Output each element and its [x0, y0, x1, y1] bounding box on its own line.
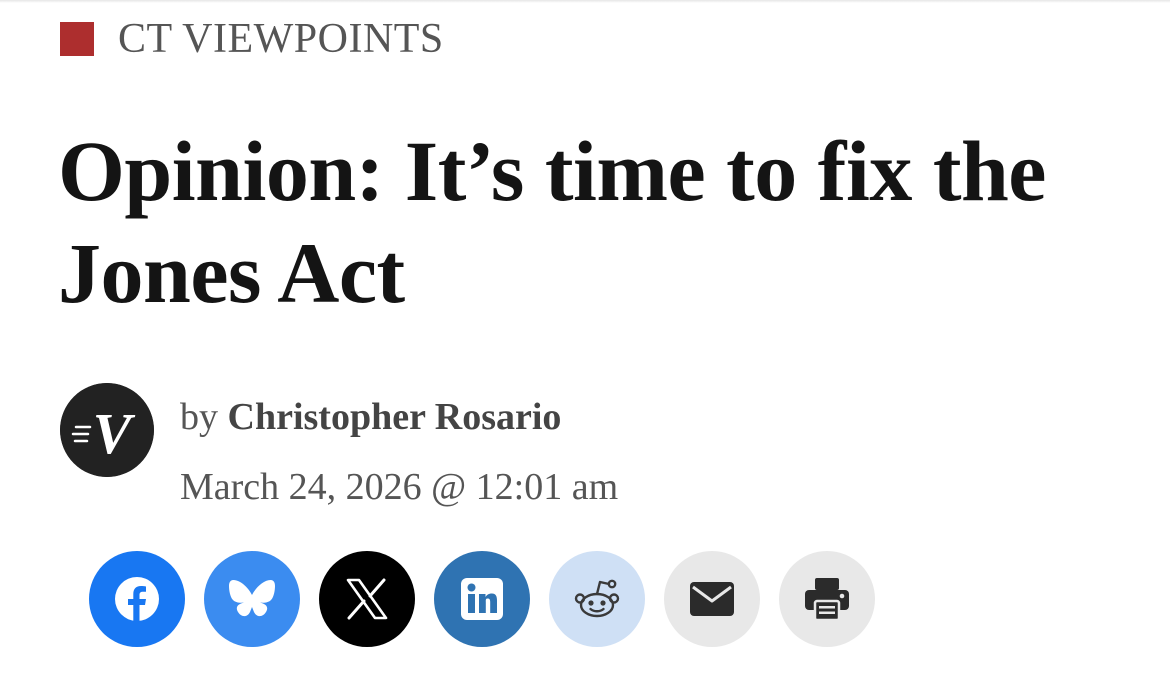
share-bar	[89, 551, 875, 647]
top-edge-divider	[0, 0, 1170, 3]
svg-text:V: V	[93, 401, 136, 466]
share-linkedin-button[interactable]	[434, 551, 530, 647]
author-avatar[interactable]: V	[60, 383, 154, 477]
publish-date: March 24, 2026 @ 12:01 am	[180, 466, 619, 508]
share-reddit-button[interactable]	[549, 551, 645, 647]
byline-prefix: by	[180, 396, 218, 438]
x-logo-icon	[346, 578, 388, 620]
section-category: CT VIEWPOINTS	[60, 14, 444, 64]
share-bluesky-button[interactable]	[204, 551, 300, 647]
facebook-icon	[115, 577, 159, 621]
reddit-alien-icon	[574, 579, 620, 618]
share-print-button[interactable]	[779, 551, 875, 647]
category-link[interactable]: CT VIEWPOINTS	[118, 15, 444, 63]
share-email-button[interactable]	[664, 551, 760, 647]
linkedin-icon	[461, 578, 503, 620]
author-name-link[interactable]: Christopher Rosario	[228, 396, 562, 438]
author-line: by Christopher Rosario	[180, 393, 561, 441]
category-color-square	[60, 22, 94, 56]
share-facebook-button[interactable]	[89, 551, 185, 647]
printer-icon	[805, 578, 849, 621]
avatar-v-logo-icon: V	[60, 383, 154, 477]
bluesky-butterfly-icon	[229, 580, 275, 617]
share-x-button[interactable]	[319, 551, 415, 647]
envelope-icon	[690, 582, 734, 616]
article-title: Opinion: It’s time to fix the Jones Act	[58, 123, 1046, 321]
